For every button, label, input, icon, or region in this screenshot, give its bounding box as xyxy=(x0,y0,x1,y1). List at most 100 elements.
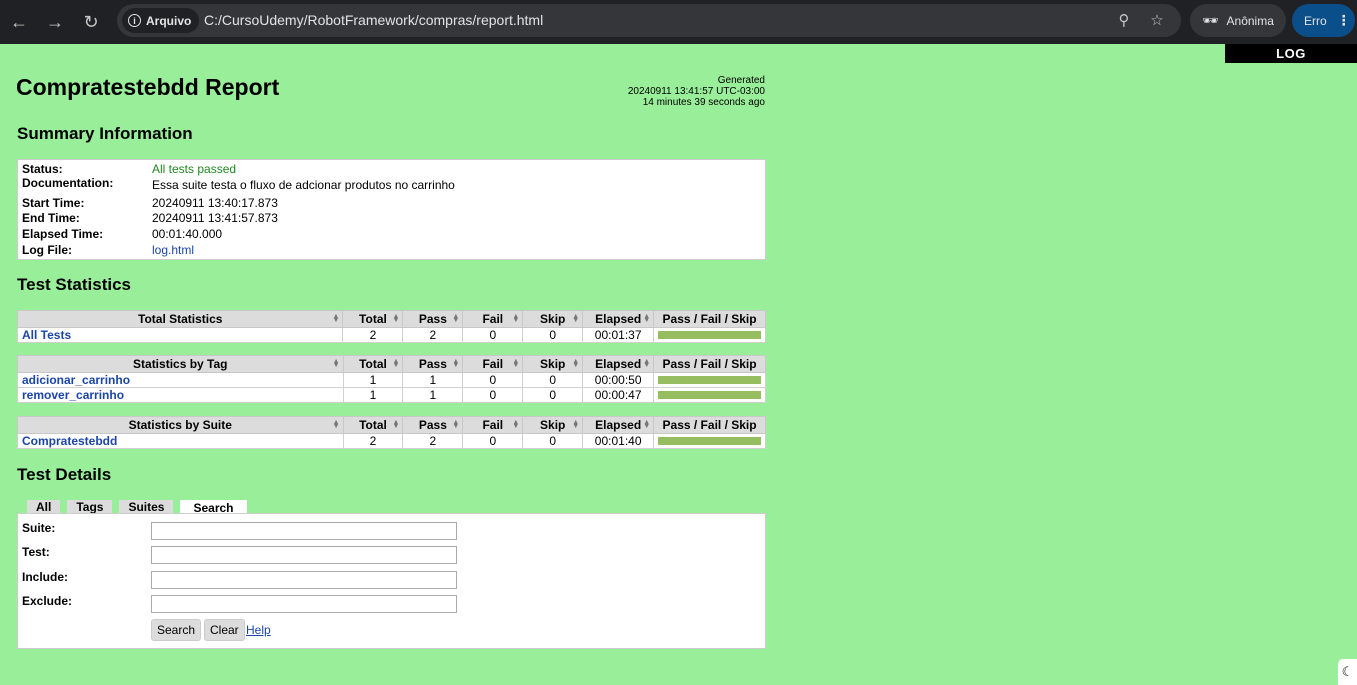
column-fail[interactable]: Fail ▲ ▼ xyxy=(462,355,524,373)
suite-link-compratestebdd[interactable]: Compratestebdd xyxy=(22,434,117,448)
tab-all[interactable]: All xyxy=(27,500,61,514)
table-row: Compratestebdd 2 2 0 0 00:01:40 xyxy=(17,433,766,449)
sort-icon: ▲ ▼ xyxy=(572,419,580,430)
tag-statistics-table: Statistics by Tag ▲ ▼ Total ▲ ▼ Pass ▲ ▼ Fail ▲… xyxy=(17,355,766,403)
sort-icon: ▲ ▼ xyxy=(572,358,580,369)
column-skip[interactable]: Skip ▲ ▼ xyxy=(522,310,584,328)
site-info-chip[interactable]: i Arquivo xyxy=(122,8,200,33)
header-label: Total xyxy=(359,418,387,432)
kebab-menu-icon: ⋮ xyxy=(1336,12,1351,28)
include-input[interactable] xyxy=(151,571,457,589)
column-total[interactable]: Total ▲ ▼ xyxy=(342,355,404,373)
sort-icon: ▲ ▼ xyxy=(643,419,651,430)
pass-cell: 2 xyxy=(402,433,464,449)
graph-cell xyxy=(653,327,766,343)
fail-cell: 0 xyxy=(462,327,524,343)
theme-toggle-icon[interactable]: ☾ xyxy=(1338,659,1357,685)
total-statistics-header[interactable]: Total Statistics ▲ ▼ xyxy=(16,310,344,328)
suite-statistics-table: Statistics by Suite ▲ ▼ Total ▲ ▼ Pass ▲ ▼ Fai… xyxy=(17,416,766,449)
fail-cell: 0 xyxy=(462,372,524,388)
reload-icon[interactable]: ↻ xyxy=(77,8,105,36)
column-pass-fail-skip[interactable]: Pass / Fail / Skip xyxy=(653,355,766,373)
tag-link-remover-carrinho[interactable]: remover_carrinho xyxy=(22,388,124,402)
sort-icon: ▲ ▼ xyxy=(392,313,400,324)
back-arrow-icon[interactable]: ← xyxy=(5,8,33,36)
column-skip[interactable]: Skip ▲ ▼ xyxy=(522,355,584,373)
address-bar[interactable]: i Arquivo C:/CursoUdemy/RobotFramework/c… xyxy=(117,4,1181,37)
header-label: Statistics by Tag xyxy=(133,357,228,371)
test-input[interactable] xyxy=(151,546,457,564)
exclude-input[interactable] xyxy=(151,595,457,613)
total-cell: 2 xyxy=(342,327,404,343)
info-icon: i xyxy=(128,14,141,27)
header-label: Total xyxy=(359,312,387,326)
tag-statistics-header[interactable]: Statistics by Tag ▲ ▼ xyxy=(17,355,344,373)
pass-bar xyxy=(658,331,761,339)
column-fail[interactable]: Fail ▲ ▼ xyxy=(462,310,524,328)
search-button[interactable]: Search xyxy=(151,619,202,641)
column-pass-fail-skip[interactable]: Pass / Fail / Skip xyxy=(653,310,766,328)
documentation-value: Essa suite testa o fluxo de adcionar pro… xyxy=(152,178,455,192)
zoom-icon[interactable]: ⚲ xyxy=(1114,10,1134,30)
star-icon[interactable]: ☆ xyxy=(1147,10,1167,30)
all-tests-link[interactable]: All Tests xyxy=(22,328,71,342)
sort-icon: ▲ ▼ xyxy=(512,313,520,324)
sort-icon: ▲ ▼ xyxy=(452,419,460,430)
pass-bar xyxy=(658,391,761,399)
header-label: Pass xyxy=(418,357,447,371)
column-total[interactable]: Total ▲ ▼ xyxy=(342,310,404,328)
tab-tags[interactable]: Tags xyxy=(67,500,113,514)
forward-arrow-icon[interactable]: → xyxy=(41,8,69,36)
graph-cell xyxy=(653,372,766,388)
total-cell: 2 xyxy=(342,433,404,449)
column-pass-fail-skip[interactable]: Pass / Fail / Skip xyxy=(653,416,766,434)
column-fail[interactable]: Fail ▲ ▼ xyxy=(462,416,524,434)
start-time-value: 20240911 13:40:17.873 xyxy=(152,196,278,210)
table-row: adicionar_carrinho 1 1 0 0 00:00:50 xyxy=(17,372,766,388)
generated-label: Generated xyxy=(717,75,765,86)
log-file-link[interactable]: log.html xyxy=(152,243,194,257)
search-panel: Suite: Test: Include: Exclude: Search Cl… xyxy=(17,513,766,649)
column-total[interactable]: Total ▲ ▼ xyxy=(342,416,404,434)
suite-input[interactable] xyxy=(151,522,457,540)
sort-icon: ▲ ▼ xyxy=(332,313,340,324)
statistics-heading: Test Statistics xyxy=(17,275,132,294)
name-cell: remover_carrinho xyxy=(17,387,344,403)
name-cell: All Tests xyxy=(16,327,344,343)
column-skip[interactable]: Skip ▲ ▼ xyxy=(522,416,584,434)
column-elapsed[interactable]: Elapsed ▲ ▼ xyxy=(582,416,655,434)
skip-cell: 0 xyxy=(522,372,584,388)
graph-cell xyxy=(653,387,766,403)
header-label: Total Statistics xyxy=(138,312,223,326)
tab-suites[interactable]: Suites xyxy=(119,500,174,514)
header-label: Pass / Fail / Skip xyxy=(662,418,757,432)
column-elapsed[interactable]: Elapsed ▲ ▼ xyxy=(582,310,655,328)
generated-timestamp: 20240911 13:41:57 UTC-03:00 xyxy=(627,86,765,97)
help-link[interactable]: Help xyxy=(246,623,271,637)
header-label: Statistics by Suite xyxy=(128,418,232,432)
sort-icon: ▲ ▼ xyxy=(392,419,400,430)
column-pass[interactable]: Pass ▲ ▼ xyxy=(402,310,464,328)
header-label: Total xyxy=(359,357,387,371)
column-pass[interactable]: Pass ▲ ▼ xyxy=(402,355,464,373)
error-menu-button[interactable]: Erro ⋮ xyxy=(1292,4,1355,37)
elapsed-cell: 00:00:47 xyxy=(582,387,655,403)
profile-label: Anônima xyxy=(1226,13,1274,28)
name-cell: adicionar_carrinho xyxy=(17,372,344,388)
pass-bar xyxy=(658,437,761,445)
column-pass[interactable]: Pass ▲ ▼ xyxy=(402,416,464,434)
tag-link-adicionar-carrinho[interactable]: adicionar_carrinho xyxy=(22,373,130,387)
pass-cell: 1 xyxy=(402,387,464,403)
sort-icon: ▲ ▼ xyxy=(643,358,651,369)
url-text[interactable]: C:/CursoUdemy/RobotFramework/compras/rep… xyxy=(204,12,543,28)
skip-cell: 0 xyxy=(522,387,584,403)
suite-statistics-header[interactable]: Statistics by Suite ▲ ▼ xyxy=(17,416,344,434)
clear-button[interactable]: Clear xyxy=(204,619,245,641)
log-link[interactable]: LOG xyxy=(1225,44,1357,63)
summary-heading: Summary Information xyxy=(17,124,193,143)
column-elapsed[interactable]: Elapsed ▲ ▼ xyxy=(582,355,655,373)
elapsed-cell: 00:00:50 xyxy=(582,372,655,388)
suite-label: Suite: xyxy=(22,521,56,535)
pass-cell: 2 xyxy=(402,327,464,343)
incognito-profile-button[interactable]: 🕶 Anônima xyxy=(1190,4,1286,37)
